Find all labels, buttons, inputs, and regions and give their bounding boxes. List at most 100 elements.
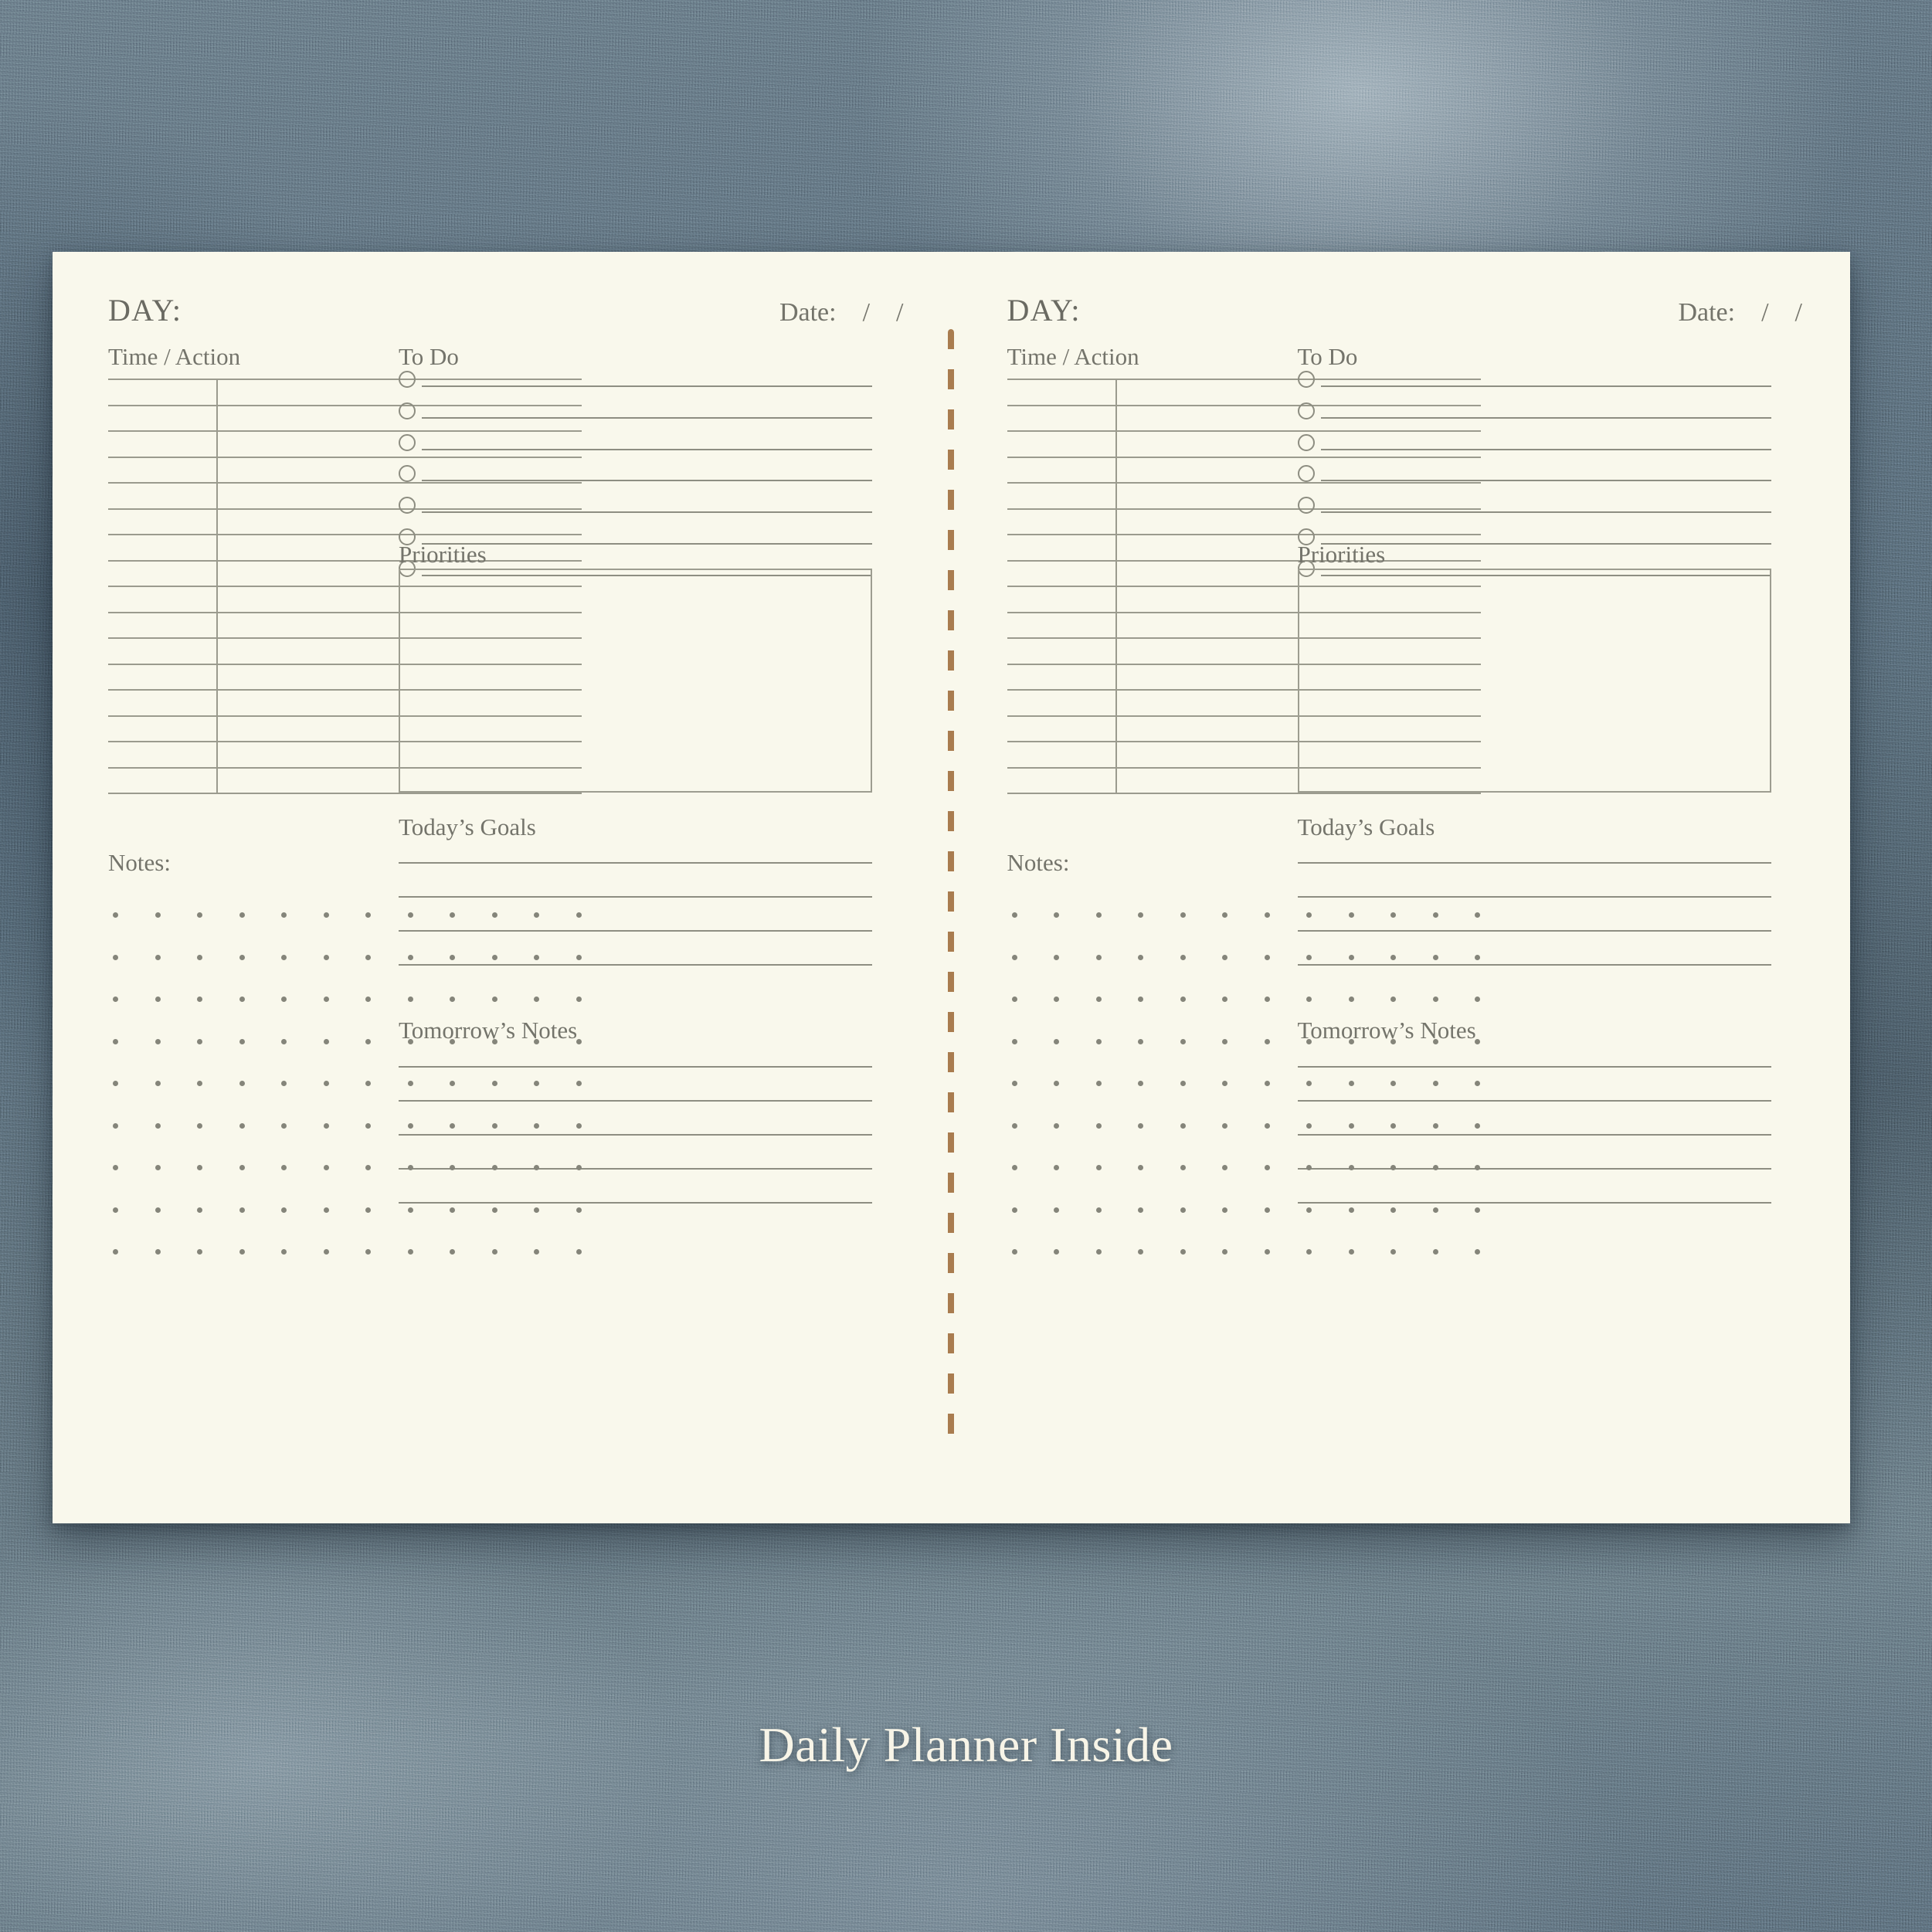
grid-dot (534, 1081, 539, 1086)
grid-dot (1138, 1249, 1143, 1255)
time-action-heading: Time / Action (1007, 343, 1139, 370)
time-action-column-divider (1115, 379, 1117, 793)
time-action-row[interactable] (108, 456, 582, 458)
time-action-row[interactable] (108, 793, 582, 794)
todo-write-line[interactable] (1320, 385, 1771, 387)
grid-dot (1475, 997, 1480, 1002)
grid-dot (1095, 1165, 1102, 1170)
time-action-row[interactable] (1007, 430, 1481, 432)
todo-write-line[interactable] (422, 416, 872, 419)
notes-dot-grid[interactable] (113, 912, 582, 1255)
time-action-row[interactable] (108, 404, 582, 406)
grid-dot (239, 1081, 245, 1086)
grid-dot (450, 912, 455, 918)
grid-dot (576, 912, 582, 918)
grid-dot (154, 1165, 161, 1170)
grid-dot (1011, 1207, 1017, 1213)
time-action-row[interactable] (1007, 379, 1481, 380)
goal-write-line[interactable] (1297, 896, 1771, 898)
todo-write-line[interactable] (1320, 416, 1771, 419)
grid-dot (197, 1038, 202, 1044)
grid-dot (1054, 954, 1059, 960)
todo-write-line[interactable] (422, 511, 872, 514)
todo-write-line[interactable] (1320, 480, 1771, 482)
grid-dot (1432, 1165, 1438, 1170)
grid-dot (1264, 954, 1270, 960)
todo-write-line[interactable] (1320, 448, 1771, 450)
time-action-row[interactable] (1007, 508, 1481, 510)
checkbox-circle-icon[interactable] (399, 371, 416, 388)
grid-dot (1348, 1038, 1354, 1044)
time-action-row[interactable] (1007, 456, 1481, 458)
notes-heading: Notes: (1007, 849, 1070, 876)
time-action-row[interactable] (108, 482, 582, 484)
time-action-row[interactable] (108, 534, 582, 535)
notes-dot-grid[interactable] (1011, 912, 1480, 1255)
checkbox-circle-icon[interactable] (1297, 433, 1315, 451)
goal-write-line[interactable] (399, 896, 872, 898)
checkbox-circle-icon[interactable] (1297, 465, 1315, 483)
grid-dot (1264, 1122, 1270, 1129)
grid-dot (239, 1249, 245, 1255)
grid-dot (1222, 997, 1227, 1002)
checkbox-circle-icon[interactable] (1297, 402, 1315, 419)
grid-dot (1054, 1165, 1059, 1170)
grid-dot (197, 1081, 202, 1086)
checkbox-circle-icon[interactable] (399, 402, 416, 419)
time-action-row[interactable] (1007, 559, 1481, 562)
todo-write-line[interactable] (422, 385, 872, 387)
grid-dot (450, 954, 455, 960)
priorities-box[interactable] (399, 569, 872, 793)
time-action-row[interactable] (1007, 534, 1481, 535)
time-action-row[interactable] (1007, 482, 1481, 484)
day-label: DAY: (1007, 293, 1081, 328)
binding-dashed-line (948, 329, 954, 1449)
grid-dot (1475, 1165, 1480, 1170)
checkbox-circle-icon[interactable] (399, 433, 416, 451)
grid-dot (1095, 1249, 1102, 1255)
todo-write-line[interactable] (422, 543, 872, 545)
grid-dot (365, 1081, 371, 1086)
time-action-row[interactable] (108, 379, 582, 380)
grid-dot (1432, 997, 1438, 1002)
todays-goals-heading: Today’s Goals (1297, 813, 1435, 840)
grid-dot (365, 1038, 371, 1044)
grid-dot (1138, 1165, 1143, 1170)
todo-write-line[interactable] (422, 480, 872, 482)
goal-write-line[interactable] (1297, 862, 1771, 864)
time-action-row[interactable] (108, 508, 582, 510)
grid-dot (1432, 1038, 1438, 1044)
checkbox-circle-icon[interactable] (1297, 371, 1315, 388)
grid-dot (113, 954, 118, 960)
date-field[interactable]: Date: / / (1678, 298, 1802, 328)
time-action-row[interactable] (1007, 404, 1481, 406)
grid-dot (1348, 1207, 1354, 1213)
todo-write-line[interactable] (1320, 511, 1771, 514)
grid-dot (1264, 1207, 1270, 1213)
grid-dot (1432, 1122, 1438, 1129)
grid-dot (1222, 912, 1227, 918)
grid-dot (1054, 1249, 1059, 1255)
time-action-row[interactable] (108, 559, 582, 562)
grid-dot (1138, 1081, 1143, 1086)
grid-dot (1475, 954, 1480, 960)
checkbox-circle-icon[interactable] (1297, 497, 1315, 514)
time-action-row[interactable] (1007, 793, 1481, 794)
todo-write-line[interactable] (1320, 543, 1771, 545)
grid-dot (1222, 1249, 1227, 1255)
grid-dot (1138, 1207, 1143, 1213)
time-action-column-divider (216, 379, 218, 793)
date-field[interactable]: Date: / / (779, 298, 904, 328)
todo-write-line[interactable] (422, 448, 872, 450)
grid-dot (1475, 1081, 1480, 1086)
grid-dot (1306, 1207, 1312, 1213)
grid-dot (534, 1207, 539, 1213)
priorities-box[interactable] (1297, 569, 1771, 793)
grid-dot (407, 1165, 413, 1170)
grid-dot (576, 1122, 582, 1129)
grid-dot (281, 997, 287, 1002)
grid-dot (1348, 1122, 1354, 1129)
grid-dot (450, 1249, 455, 1255)
goal-write-line[interactable] (399, 862, 872, 864)
time-action-row[interactable] (108, 430, 582, 432)
